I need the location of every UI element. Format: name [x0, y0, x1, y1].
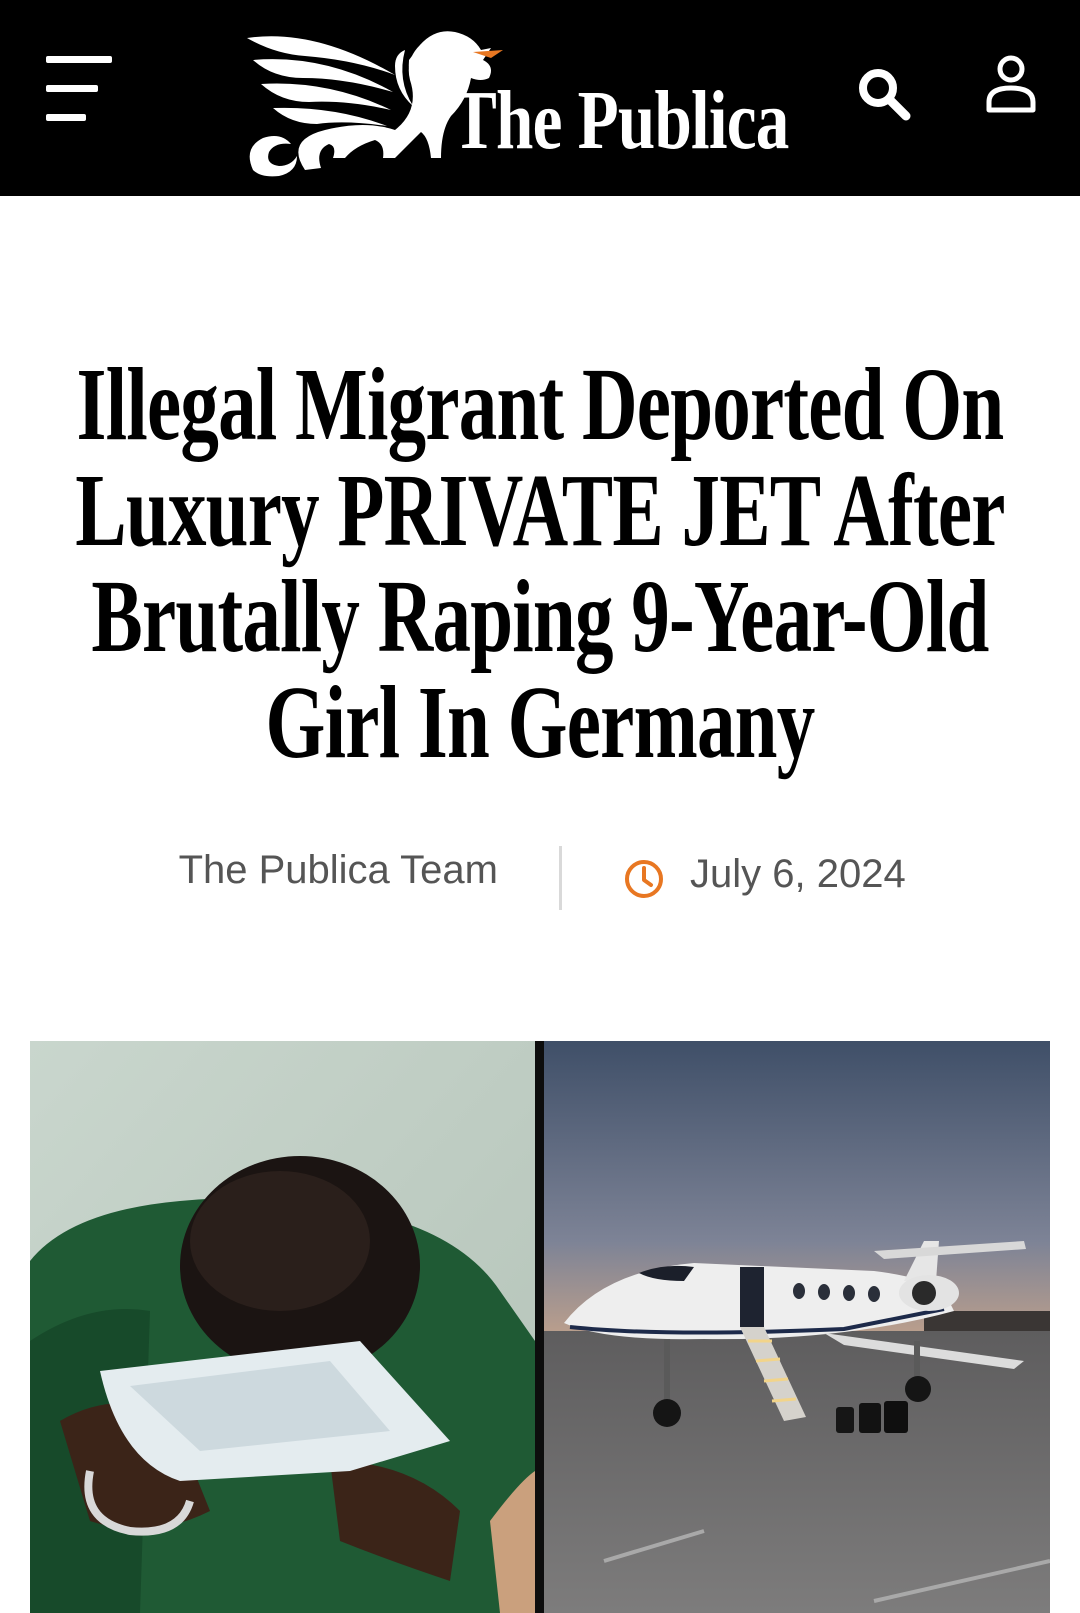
article-date: July 6, 2024 [690, 852, 906, 896]
site-header: The Publica [0, 0, 1080, 196]
featured-image-left [30, 1041, 535, 1613]
user-account-icon[interactable] [985, 54, 1037, 114]
article-title: Illegal Migrant Deported On Luxury PRIVA… [75, 347, 1005, 780]
clock-icon [625, 860, 663, 898]
menu-line [46, 114, 86, 121]
search-icon[interactable] [856, 66, 912, 122]
menu-line [46, 56, 112, 63]
image-divider [535, 1041, 544, 1613]
menu-button[interactable] [46, 56, 112, 121]
article-author[interactable]: The Publica Team [0, 848, 498, 893]
featured-image-right [544, 1041, 1050, 1613]
meta-divider [559, 846, 562, 910]
brand-wordmark[interactable]: The Publica [452, 72, 789, 169]
menu-line [46, 85, 98, 92]
